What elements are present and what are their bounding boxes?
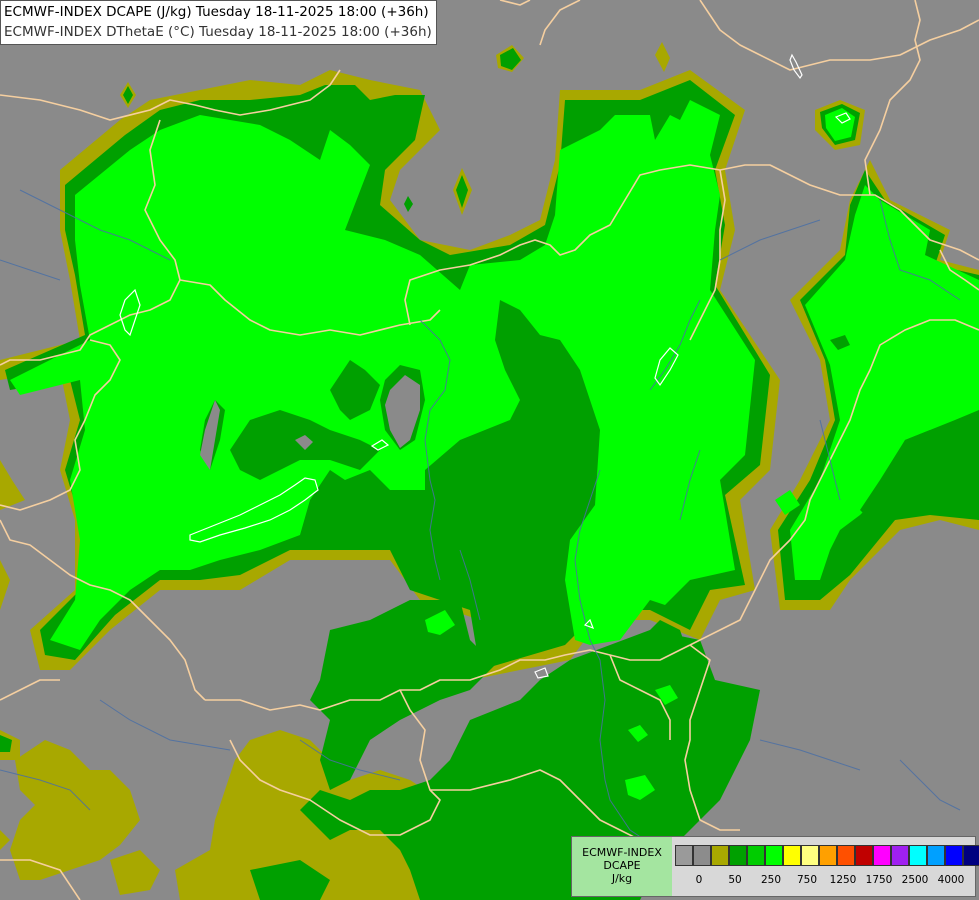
legend-tick-label: 1250 (829, 874, 857, 886)
legend-label: ECMWF-INDEX DCAPE J/kg (572, 837, 672, 896)
title-line-1: ECMWF-INDEX DCAPE (J/kg) Tuesday 18-11-2… (4, 4, 429, 20)
map-title: ECMWF-INDEX DCAPE (J/kg) Tuesday 18-11-2… (0, 0, 437, 45)
legend-swatch (765, 845, 783, 866)
legend-label-line-3: J/kg (611, 872, 633, 885)
legend-swatch (909, 845, 927, 866)
dcape-map (0, 0, 979, 900)
legend-swatch (747, 845, 765, 866)
legend-tick-label: 50 (728, 874, 742, 886)
legend-swatch (855, 845, 873, 866)
legend-swatch (729, 845, 747, 866)
legend-tick-label: 1750 (865, 874, 893, 886)
legend-label-line-2: DCAPE (603, 859, 641, 872)
legend-swatch (783, 845, 801, 866)
legend-swatch (873, 845, 891, 866)
legend-label-line-1: ECMWF-INDEX (582, 846, 662, 859)
legend-swatch (837, 845, 855, 866)
legend-swatch (693, 845, 711, 866)
legend-tick-label: 250 (760, 874, 782, 886)
legend-swatch (675, 845, 693, 866)
legend-swatch (819, 845, 837, 866)
color-legend: ECMWF-INDEX DCAPE J/kg 0 50 250 750 1250 1750… (571, 836, 979, 897)
legend-swatch (927, 845, 945, 866)
legend-tick-label: 0 (695, 874, 703, 886)
legend-swatches (675, 845, 979, 866)
legend-swatch (891, 845, 909, 866)
legend-swatch (711, 845, 729, 866)
legend-swatch (945, 845, 963, 866)
legend-tick-label: 750 (796, 874, 818, 886)
legend-swatch (801, 845, 819, 866)
legend-tick-label: 4000 (937, 874, 965, 886)
legend-tick-label: 2500 (901, 874, 929, 886)
legend-swatch (963, 845, 979, 866)
title-line-2: ECMWF-INDEX DThetaE (°C) Tuesday 18-11-2… (4, 24, 432, 40)
legend-ticks: 0 50 250 750 1250 1750 2500 4000 (675, 874, 975, 890)
